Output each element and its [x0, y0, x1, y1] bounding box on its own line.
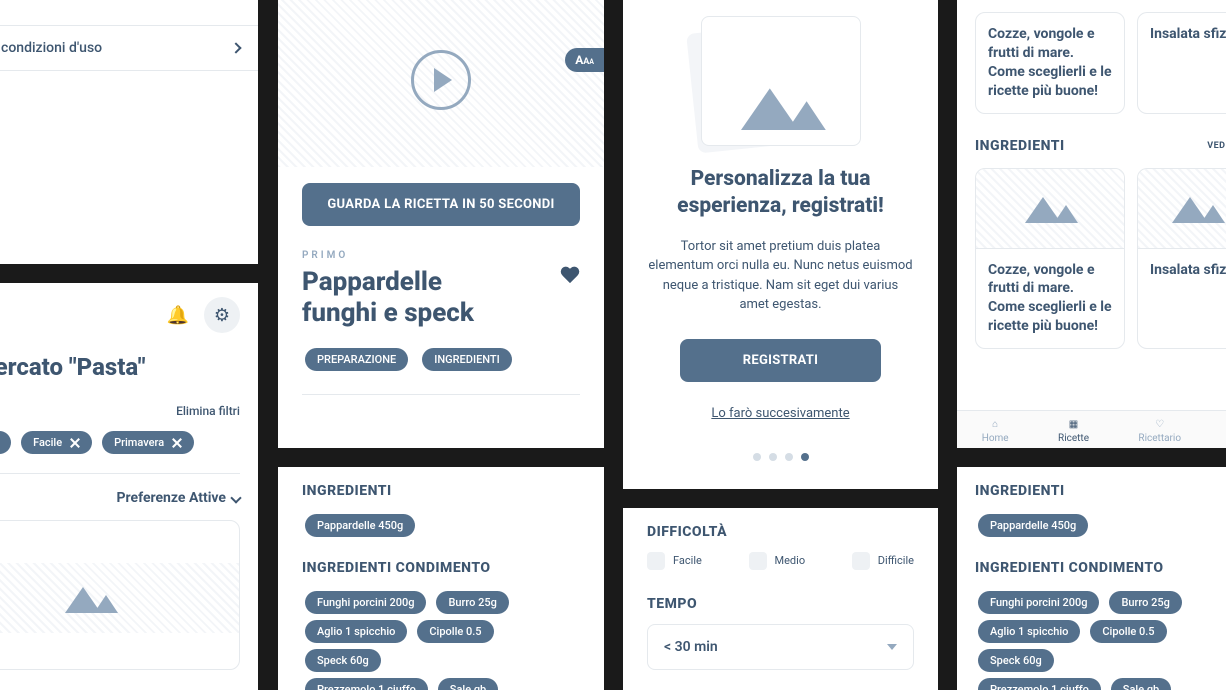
ingredient-chip[interactable]: Prezzemolo 1 ciuffo — [305, 678, 428, 690]
ingredient-chip[interactable]: Sale qb — [438, 678, 498, 690]
pagination-dots — [647, 453, 914, 461]
ingredient-chip[interactable]: Sale qb — [1111, 678, 1171, 690]
filter-chip[interactable]: Primi — [0, 431, 11, 454]
skip-link[interactable]: Lo farò succesivamente — [711, 406, 849, 421]
remove-filter-icon[interactable] — [172, 438, 182, 448]
image-placeholder-icon — [1020, 193, 1080, 223]
ingredient-chip[interactable]: Pappardelle 450g — [305, 514, 415, 537]
ingredient-chip[interactable]: Burro 25g — [1109, 591, 1181, 614]
remove-filter-icon[interactable] — [70, 438, 80, 448]
search-heading: Hai cercato "Pasta" — [0, 353, 240, 381]
recipe-category: PRIMO — [302, 250, 580, 261]
settings-button[interactable]: ⚙ — [204, 297, 240, 333]
font-size-badge[interactable]: AAA — [565, 48, 604, 72]
article-card[interactable]: Insalata sfiz — [1137, 12, 1226, 114]
ingredient-chip[interactable]: Speck 60g — [305, 649, 381, 672]
tab-home[interactable]: ⌂Home — [982, 419, 1009, 444]
bell-icon: 🔔 — [167, 305, 189, 326]
condimento-title: INGREDIENTI CONDIMENTO — [302, 560, 580, 576]
checkbox-icon — [749, 552, 767, 570]
home-icon: ⌂ — [992, 419, 998, 430]
ingredients-title: INGREDIENTI — [302, 483, 580, 499]
difficulty-option[interactable]: Facile — [647, 552, 702, 570]
terms-row[interactable]: ermini condizioni d'uso — [0, 26, 258, 71]
onboarding-body: Tortor sit amet pretium duis platea elem… — [647, 237, 914, 315]
heart-icon: ♡ — [1155, 419, 1164, 430]
chevron-right-icon — [230, 42, 241, 53]
chevron-down-icon — [230, 492, 241, 503]
ingredient-chip[interactable]: Funghi porcini 200g — [978, 591, 1099, 614]
filter-chips: Primi Facile Primavera — [0, 428, 240, 457]
play-icon — [434, 68, 452, 92]
ingredient-chip[interactable]: Aglio 1 spicchio — [305, 620, 407, 643]
ingredient-chip[interactable]: Cipolle 0.5 — [1090, 620, 1166, 643]
notifications-button[interactable]: 🔔 — [160, 297, 196, 333]
preferences-toggle[interactable]: Preferenze Attive — [117, 490, 240, 506]
active-dot — [801, 453, 809, 461]
article-card[interactable]: Cozze, vongole e frutti di mare. Come sc… — [975, 12, 1125, 114]
ingredient-chip[interactable]: Pappardelle 450g — [978, 514, 1088, 537]
article-card[interactable]: Insalata sfiz — [1137, 168, 1226, 350]
time-select[interactable]: < 30 min — [647, 624, 914, 670]
article-card[interactable]: Cozze, vongole e frutti di mare. Come sc… — [975, 168, 1125, 350]
condimento-title: INGREDIENTI CONDIMENTO — [975, 560, 1226, 576]
tab-cookbook[interactable]: ♡Ricettario — [1138, 419, 1181, 444]
ingredient-chip[interactable]: Speck 60g — [978, 649, 1054, 672]
image-placeholder-icon — [60, 583, 120, 613]
difficulty-title: DIFFICOLTÀ — [647, 524, 914, 540]
image-placeholder-icon — [1167, 193, 1226, 223]
card-category: PRIMI — [0, 633, 239, 654]
recipe-title: Pappardelle funghi e speck — [302, 267, 522, 329]
ingredient-chip[interactable]: Funghi porcini 200g — [305, 591, 426, 614]
ingredient-chip[interactable]: Cipolle 0.5 — [417, 620, 493, 643]
gear-icon: ⚙ — [214, 305, 230, 326]
ingredient-chip[interactable]: Prezzemolo 1 ciuffo — [978, 678, 1101, 690]
onboarding-title: Personalizza la tua esperienza, registra… — [647, 166, 914, 221]
register-button[interactable]: REGISTRATI — [680, 339, 880, 382]
tab-recipes[interactable]: ▦Ricette — [1058, 419, 1089, 444]
tab-ingredients[interactable]: INGREDIENTI — [422, 348, 512, 371]
recipe-card[interactable]: PRIMI — [0, 520, 240, 670]
time-title: TEMPO — [647, 596, 914, 612]
difficulty-option[interactable]: Medio — [749, 552, 806, 570]
play-button[interactable] — [411, 50, 471, 110]
filter-chip[interactable]: Facile — [21, 431, 92, 454]
favorite-button[interactable] — [560, 267, 580, 285]
recipes-icon: ▦ — [1069, 419, 1078, 430]
difficulty-option[interactable]: Difficile — [852, 552, 914, 570]
watch-video-button[interactable]: GUARDA LA RICETTA IN 50 SECONDI — [302, 183, 580, 226]
terms-label: ermini condizioni d'uso — [0, 40, 102, 56]
checkbox-icon — [852, 552, 870, 570]
filter-chip[interactable]: Primavera — [102, 431, 194, 454]
ingredient-chip[interactable]: Burro 25g — [436, 591, 508, 614]
ingredient-chip[interactable]: Aglio 1 spicchio — [978, 620, 1080, 643]
ingredients-title: INGREDIENTI — [975, 483, 1226, 499]
caret-down-icon — [887, 644, 897, 650]
clear-filters[interactable]: Elimina filtri — [176, 404, 240, 418]
see-all-link[interactable]: VEDI TUTTI — [1207, 141, 1226, 151]
checkbox-icon — [647, 552, 665, 570]
image-placeholder-icon — [733, 82, 829, 130]
tab-preparation[interactable]: PREPARAZIONE — [305, 348, 408, 371]
section-title: INGREDIENTI — [975, 138, 1065, 154]
